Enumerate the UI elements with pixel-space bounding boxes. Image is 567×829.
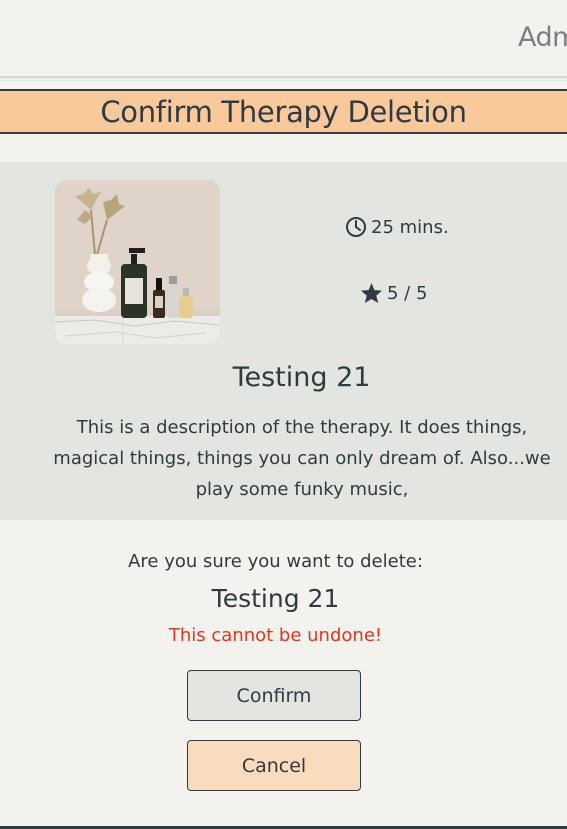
delete-item-name: Testing 21 <box>211 584 340 613</box>
therapy-description: This is a description of the therapy. It… <box>53 417 551 500</box>
therapy-card: 25 mins. 5 / 5 Testing 21 This is a desc… <box>0 162 567 520</box>
duration-text: 25 mins. <box>371 216 449 238</box>
star-icon <box>360 282 383 304</box>
therapy-rating: 5 / 5 <box>360 282 427 304</box>
rating-text: 5 / 5 <box>387 282 428 304</box>
nav-admin-link[interactable]: Adm <box>518 22 567 53</box>
therapy-image <box>55 180 220 344</box>
clock-icon <box>346 217 366 237</box>
therapy-name: Testing 21 <box>232 362 371 393</box>
top-navbar: Adm <box>0 0 567 78</box>
undo-warning: This cannot be undone! <box>168 625 383 646</box>
confirm-button[interactable]: Confirm <box>187 670 361 721</box>
page-title-banner: Confirm Therapy Deletion <box>0 89 567 134</box>
therapy-duration: 25 mins. <box>345 216 449 238</box>
cancel-button[interactable]: Cancel <box>187 740 361 791</box>
page-title: Confirm Therapy Deletion <box>100 95 467 129</box>
confirm-question: Are you sure you want to delete: <box>128 551 423 572</box>
navbar-divider <box>0 80 567 81</box>
